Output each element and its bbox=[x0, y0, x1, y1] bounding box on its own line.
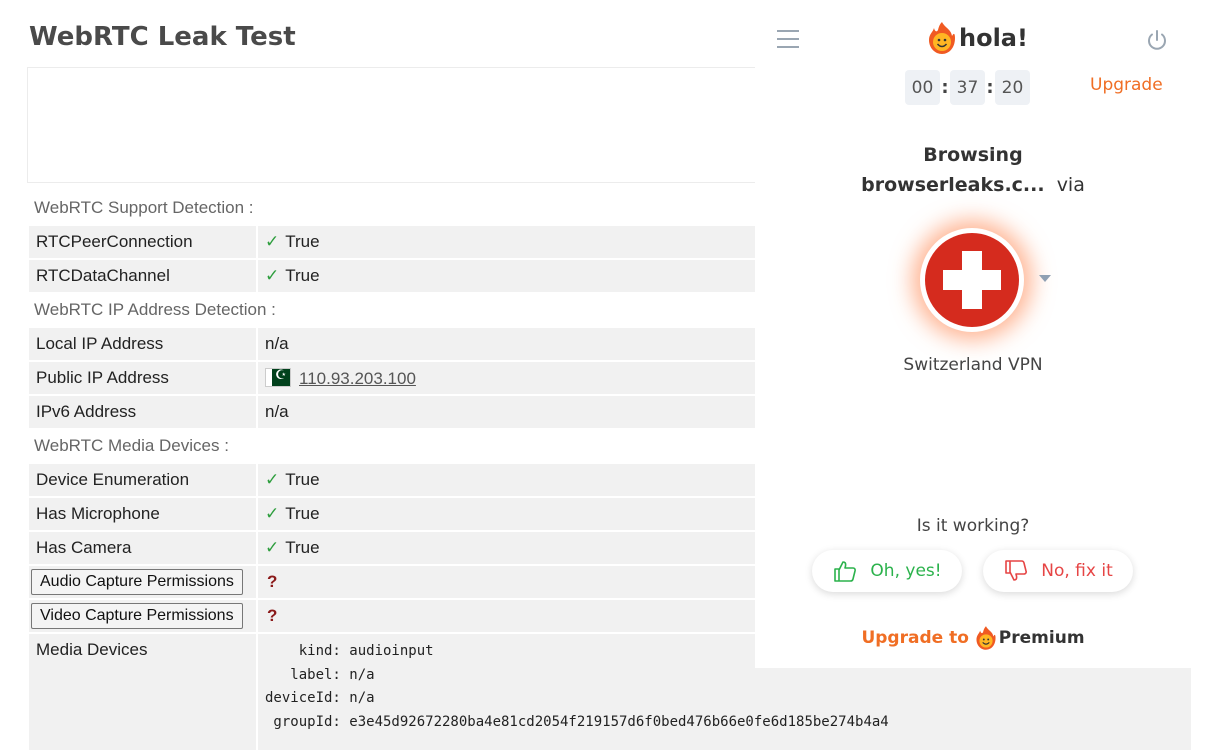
unknown-status: ? bbox=[267, 606, 278, 625]
thumbs-down-icon bbox=[1005, 560, 1028, 581]
timer-minutes: 37 bbox=[950, 70, 985, 105]
timer-separator: : bbox=[941, 77, 949, 98]
upgrade-to-label: Upgrade to bbox=[861, 628, 969, 648]
dev-enum-value: True bbox=[285, 470, 320, 489]
site-line: browserleaks.c... via bbox=[755, 174, 1191, 196]
yes-label: Oh, yes! bbox=[870, 561, 942, 581]
timer-hours: 00 bbox=[905, 70, 940, 105]
check-icon: ✓ bbox=[265, 266, 280, 285]
ad-placeholder bbox=[27, 67, 769, 183]
check-icon: ✓ bbox=[265, 232, 280, 251]
country-selector-button[interactable] bbox=[920, 228, 1024, 332]
timer-seconds: 20 bbox=[995, 70, 1030, 105]
check-icon: ✓ bbox=[265, 504, 280, 523]
premium-label: Premium bbox=[998, 628, 1085, 648]
browsing-label: Browsing bbox=[923, 144, 1023, 166]
pakistan-flag-icon bbox=[265, 367, 291, 387]
is-working-question: Is it working? bbox=[916, 516, 1030, 536]
yes-working-button[interactable]: Oh, yes! bbox=[812, 550, 962, 592]
row-label: RTCPeerConnection bbox=[29, 226, 258, 258]
site-name: browserleaks.c... bbox=[861, 174, 1045, 196]
hola-logo-icon bbox=[929, 22, 955, 54]
row-label-cell: Video Capture Permissions bbox=[29, 600, 258, 632]
rtc-data-value: True bbox=[285, 266, 320, 285]
chevron-down-icon[interactable] bbox=[1039, 275, 1051, 282]
upgrade-link[interactable]: Upgrade bbox=[1090, 75, 1163, 95]
power-icon[interactable] bbox=[1145, 28, 1169, 56]
has-cam-value: True bbox=[285, 538, 320, 557]
hola-brand-text: hola! bbox=[959, 24, 1028, 52]
public-ip-link[interactable]: 110.93.203.100 bbox=[299, 369, 416, 388]
row-label: Media Devices bbox=[29, 634, 258, 750]
rtc-peer-value: True bbox=[285, 232, 320, 251]
video-capture-permissions-button[interactable]: Video Capture Permissions bbox=[31, 603, 243, 629]
row-label: IPv6 Address bbox=[29, 396, 258, 428]
via-label: via bbox=[1056, 174, 1085, 196]
hola-popup: hola! 00 : 37 : 20 Upgrade Browsing brow… bbox=[755, 0, 1191, 668]
audio-capture-permissions-button[interactable]: Audio Capture Permissions bbox=[31, 569, 243, 595]
switzerland-flag-icon bbox=[925, 233, 1019, 327]
row-label: Public IP Address bbox=[29, 362, 258, 394]
has-mic-value: True bbox=[285, 504, 320, 523]
session-timer: 00 : 37 : 20 bbox=[905, 70, 1030, 105]
hola-logo: hola! bbox=[927, 20, 1028, 56]
row-label: RTCDataChannel bbox=[29, 260, 258, 292]
unknown-status: ? bbox=[267, 572, 278, 591]
row-label-cell: Audio Capture Permissions bbox=[29, 566, 258, 598]
country-label: Switzerland VPN bbox=[903, 355, 1043, 375]
no-fix-it-button[interactable]: No, fix it bbox=[983, 550, 1133, 592]
upgrade-premium-link[interactable]: Upgrade to Premium bbox=[755, 624, 1191, 652]
no-label: No, fix it bbox=[1041, 561, 1113, 581]
check-icon: ✓ bbox=[265, 470, 280, 489]
thumbs-up-icon bbox=[834, 561, 857, 582]
row-label: Has Microphone bbox=[29, 498, 258, 530]
row-label: Has Camera bbox=[29, 532, 258, 564]
page-title: WebRTC Leak Test bbox=[29, 22, 296, 52]
row-label: Device Enumeration bbox=[29, 464, 258, 496]
hola-logo-icon bbox=[976, 626, 996, 650]
row-label: Local IP Address bbox=[29, 328, 258, 360]
check-icon: ✓ bbox=[265, 538, 280, 557]
timer-separator: : bbox=[986, 77, 994, 98]
menu-icon[interactable] bbox=[777, 30, 799, 50]
